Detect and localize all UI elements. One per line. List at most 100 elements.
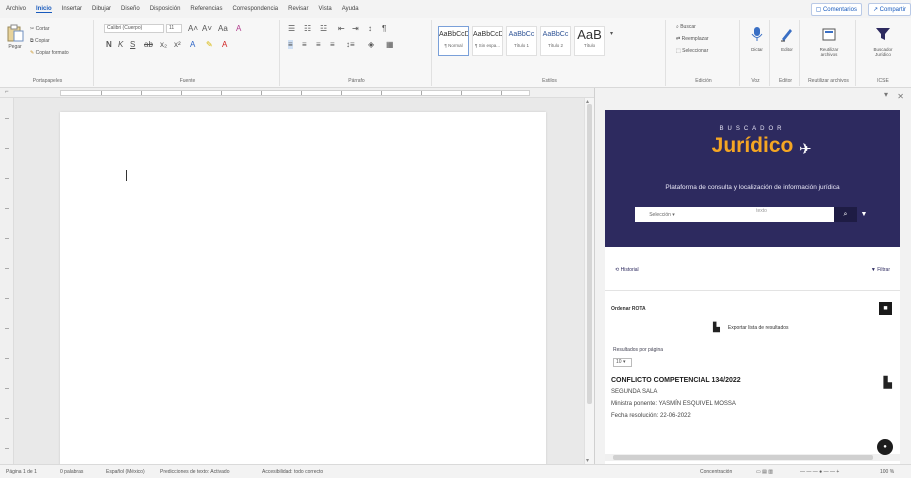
history-button[interactable]: ⟲ Historial xyxy=(615,267,639,273)
tab-correspondencia[interactable]: Correspondencia xyxy=(232,6,278,12)
chat-bubble-icon[interactable]: ● xyxy=(877,439,893,455)
align-right-icon[interactable]: ≡ xyxy=(316,40,321,49)
multilevel-list-icon[interactable]: ☳ xyxy=(320,24,327,33)
text-effects-icon[interactable]: A xyxy=(190,40,195,49)
group-clipboard: Pegar ✂ Cortar ⧉ Copiar ✎ Copiar formato… xyxy=(2,20,94,86)
chevron-down-icon: ▾ xyxy=(672,211,675,218)
tab-insertar[interactable]: Insertar xyxy=(62,6,82,12)
buscador-juridico-button[interactable]: Buscador Jurídico xyxy=(868,26,898,76)
bullets-icon[interactable]: ☰ xyxy=(288,24,295,33)
scrollbar-thumb[interactable] xyxy=(587,104,592,404)
shading-icon[interactable]: ◈ xyxy=(368,40,374,49)
file-icon: ▙ xyxy=(713,322,720,332)
cut-button[interactable]: ✂ Cortar xyxy=(28,26,88,35)
style-sample: AaB xyxy=(577,27,602,42)
zoom-slider[interactable]: — — — ● — — + xyxy=(800,469,839,475)
strikethrough-icon[interactable]: ab xyxy=(144,40,153,49)
select-button[interactable]: ⬚ Seleccionar xyxy=(674,48,734,57)
tab-ayuda[interactable]: Ayuda xyxy=(342,6,359,12)
search-scope-select[interactable]: Selección ▾ xyxy=(635,212,685,218)
tagline: Plataforma de consulta y localización de… xyxy=(665,184,840,191)
style-no-spacing[interactable]: AaBbCcDd ¶ Sin espa... xyxy=(472,26,503,56)
align-center-icon[interactable]: ≡ xyxy=(302,40,307,49)
underline-icon[interactable]: S xyxy=(130,40,135,49)
subscript-icon[interactable]: x₂ xyxy=(160,40,167,49)
tab-diseno[interactable]: Diseño xyxy=(121,6,140,12)
tab-dibujar[interactable]: Dibujar xyxy=(92,6,111,12)
line-spacing-icon[interactable]: ↕≡ xyxy=(346,40,355,49)
borders-icon[interactable]: ▦ xyxy=(386,40,394,49)
scroll-down-icon[interactable]: ▾ xyxy=(586,457,589,464)
tab-disposicion[interactable]: Disposición xyxy=(150,6,181,12)
format-painter-button[interactable]: ✎ Copiar formato xyxy=(28,50,90,59)
document-page[interactable] xyxy=(60,112,546,472)
share-button[interactable]: ↗ Compartir xyxy=(867,3,911,16)
search-button[interactable]: ⌕ xyxy=(834,207,857,222)
filter-button[interactable]: ▼ xyxy=(857,207,871,222)
tab-selector-icon[interactable]: ⌐ xyxy=(5,89,13,97)
superscript-icon[interactable]: x² xyxy=(174,40,181,49)
clear-format-icon[interactable]: A xyxy=(236,24,241,33)
numbering-icon[interactable]: ☷ xyxy=(304,24,311,33)
shrink-font-icon[interactable]: A˅ xyxy=(202,24,212,33)
editor-button[interactable]: Editor xyxy=(772,26,802,76)
sort-icon[interactable]: ↕ xyxy=(368,24,372,33)
highlight-icon[interactable]: ✎ xyxy=(206,40,213,49)
pane-options-icon[interactable]: ▾ xyxy=(884,90,888,99)
pane-scrollbar-thumb[interactable] xyxy=(613,455,873,460)
grow-font-icon[interactable]: A˄ xyxy=(188,24,198,33)
search-bar: Selección ▾ texto ⌕ ▼ xyxy=(635,207,871,222)
view-buttons-icon[interactable]: ▭ ▤ ▥ xyxy=(756,469,773,475)
result-title[interactable]: CONFLICTO COMPETENCIAL 134/2022 xyxy=(611,376,896,386)
change-case-icon[interactable]: Aa xyxy=(218,24,228,33)
dictate-button[interactable]: Dictar xyxy=(742,26,772,76)
copy-button[interactable]: ⧉ Copiar xyxy=(28,38,88,47)
decrease-indent-icon[interactable]: ⇤ xyxy=(338,24,345,33)
font-name-select[interactable]: Calibri (Cuerpo) xyxy=(104,24,164,33)
search-input[interactable]: texto xyxy=(685,208,834,221)
export-results-button[interactable]: ▙ Exportar lista de resultados xyxy=(713,322,789,333)
justify-icon[interactable]: ≡ xyxy=(330,40,335,49)
style-title[interactable]: AaB Título xyxy=(574,26,605,56)
result-item[interactable]: CONFLICTO COMPETENCIAL 134/2022 SEGUNDA … xyxy=(611,376,896,422)
language[interactable]: Español (México) xyxy=(106,469,145,475)
style-heading-2[interactable]: AaBbCc Título 2 xyxy=(540,26,571,56)
increase-indent-icon[interactable]: ⇥ xyxy=(352,24,359,33)
show-marks-icon[interactable]: ¶ xyxy=(382,24,386,33)
accessibility[interactable]: Accesibilidad: todo correcto xyxy=(262,469,323,475)
find-button[interactable]: ⌕ Buscar xyxy=(674,24,734,33)
paste-button[interactable]: Pegar xyxy=(6,24,24,50)
word-count[interactable]: 0 palabras xyxy=(60,469,83,475)
bold-icon[interactable]: N xyxy=(106,40,112,49)
per-page-select[interactable]: 10 ▾ xyxy=(613,358,632,367)
reuse-files-button[interactable]: Reutilizar archivos xyxy=(814,26,844,76)
document-icon[interactable]: ▙ xyxy=(884,376,892,389)
font-size-select[interactable]: 11 xyxy=(166,24,182,33)
tab-revisar[interactable]: Revisar xyxy=(288,6,308,12)
page-count[interactable]: Página 1 de 1 xyxy=(6,469,37,475)
italic-icon[interactable]: K xyxy=(118,40,123,49)
horizontal-ruler[interactable]: ⌐ xyxy=(0,88,600,98)
tab-vista[interactable]: Vista xyxy=(318,6,331,12)
comments-button[interactable]: ▢ Comentarios xyxy=(810,3,862,16)
pane-horizontal-scrollbar[interactable] xyxy=(605,454,900,461)
sort-button[interactable]: ■ xyxy=(879,302,892,315)
document-scrollbar[interactable]: ▴ ▾ xyxy=(584,98,594,464)
zoom-level[interactable]: 100 % xyxy=(880,469,894,475)
style-name: Título 2 xyxy=(547,43,563,48)
styles-more-icon[interactable]: ▾ xyxy=(610,30,613,39)
tab-referencias[interactable]: Referencias xyxy=(190,6,222,12)
filter-toggle-button[interactable]: ▼ Filtrar xyxy=(871,267,890,273)
align-left-icon[interactable]: ≡ xyxy=(288,40,293,49)
style-normal[interactable]: AaBbCcDd ¶ Normal xyxy=(438,26,469,56)
style-sample: AaBbCcDd xyxy=(473,31,502,38)
tab-inicio[interactable]: Inicio xyxy=(36,6,52,13)
replace-button[interactable]: ⇄ Reemplazar xyxy=(674,36,734,45)
per-page-label: Resultados por página xyxy=(613,347,664,353)
close-icon[interactable]: ✕ xyxy=(897,92,904,101)
tab-archivo[interactable]: Archivo xyxy=(6,6,26,12)
font-color-icon[interactable]: A xyxy=(222,40,227,49)
focus-button[interactable]: Concentración xyxy=(700,469,732,475)
style-heading-1[interactable]: AaBbCc Título 1 xyxy=(506,26,537,56)
text-predictions[interactable]: Predicciones de texto: Activado xyxy=(160,469,230,475)
